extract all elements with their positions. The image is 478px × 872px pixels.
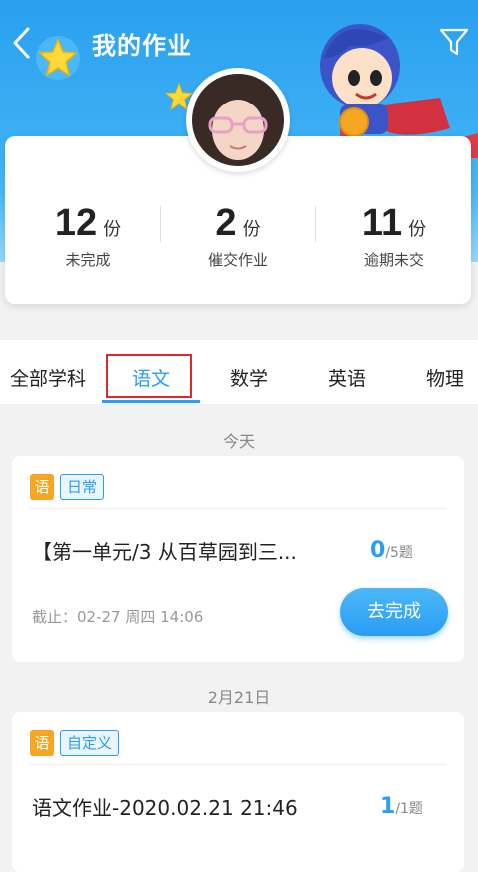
question-progress: 1/1题 xyxy=(380,794,423,819)
page-title: 我的作业 xyxy=(92,32,192,60)
deadline-text: 截止：02-27 周四 14:06 xyxy=(32,608,204,626)
divider xyxy=(315,206,316,242)
homework-card[interactable]: 语 日常 【第一单元/3 从百草园到三... 0/5题 截止：02-27 周四 … xyxy=(12,456,464,662)
questions-total: /1题 xyxy=(395,801,423,817)
stat-label: 催交作业 xyxy=(207,251,268,269)
stat-count: 12 xyxy=(54,202,98,244)
divider xyxy=(160,206,161,242)
stat-overdue[interactable]: 11 份 逾期未交 xyxy=(319,202,469,270)
stat-label: 逾期未交 xyxy=(363,251,424,269)
avatar-photo xyxy=(192,74,284,166)
stat-label: 未完成 xyxy=(65,251,111,269)
tab-english[interactable]: 英语 xyxy=(328,364,366,391)
stat-incomplete[interactable]: 12 份 未完成 xyxy=(13,202,163,270)
homework-card[interactable]: 语 自定义 语文作业-2020.02.21 21:46 1/1题 xyxy=(12,712,464,872)
homework-type-tag: 日常 xyxy=(60,474,105,500)
divider xyxy=(30,508,446,509)
questions-done: 0 xyxy=(370,538,386,563)
subject-tabs: 全部学科 语文 数学 英语 物理 xyxy=(0,340,478,404)
stat-count: 11 xyxy=(361,202,403,244)
user-photo-icon xyxy=(192,74,284,160)
subject-badge: 语 xyxy=(30,474,54,500)
complete-button[interactable]: 去完成 xyxy=(340,588,448,636)
divider xyxy=(30,764,446,765)
tab-all-subjects[interactable]: 全部学科 xyxy=(10,364,86,391)
tab-math[interactable]: 数学 xyxy=(230,364,268,391)
stat-unit: 份 xyxy=(242,219,261,240)
highlight-box xyxy=(106,354,192,398)
active-tab-indicator xyxy=(102,400,200,403)
homework-title: 语文作业-2020.02.21 21:46 xyxy=(32,796,298,820)
back-arrow-icon[interactable] xyxy=(10,26,34,60)
star-decoration-icon xyxy=(36,36,80,80)
stat-count: 2 xyxy=(215,202,237,244)
filter-icon[interactable] xyxy=(438,26,470,58)
questions-done: 1 xyxy=(380,794,396,819)
questions-total: /5题 xyxy=(385,545,413,561)
question-progress: 0/5题 xyxy=(370,538,413,563)
stat-urged[interactable]: 2份 催交作业 xyxy=(163,202,313,270)
stat-unit: 份 xyxy=(408,219,427,240)
homework-type-tag: 自定义 xyxy=(60,730,120,756)
tab-physics[interactable]: 物理 xyxy=(426,364,464,391)
section-date: 2月21日 xyxy=(207,688,271,707)
avatar[interactable] xyxy=(186,68,290,172)
subject-badge: 语 xyxy=(30,730,54,756)
stat-unit: 份 xyxy=(103,219,122,240)
homework-title: 【第一单元/3 从百草园到三... xyxy=(32,540,297,564)
section-date: 今天 xyxy=(222,432,255,451)
